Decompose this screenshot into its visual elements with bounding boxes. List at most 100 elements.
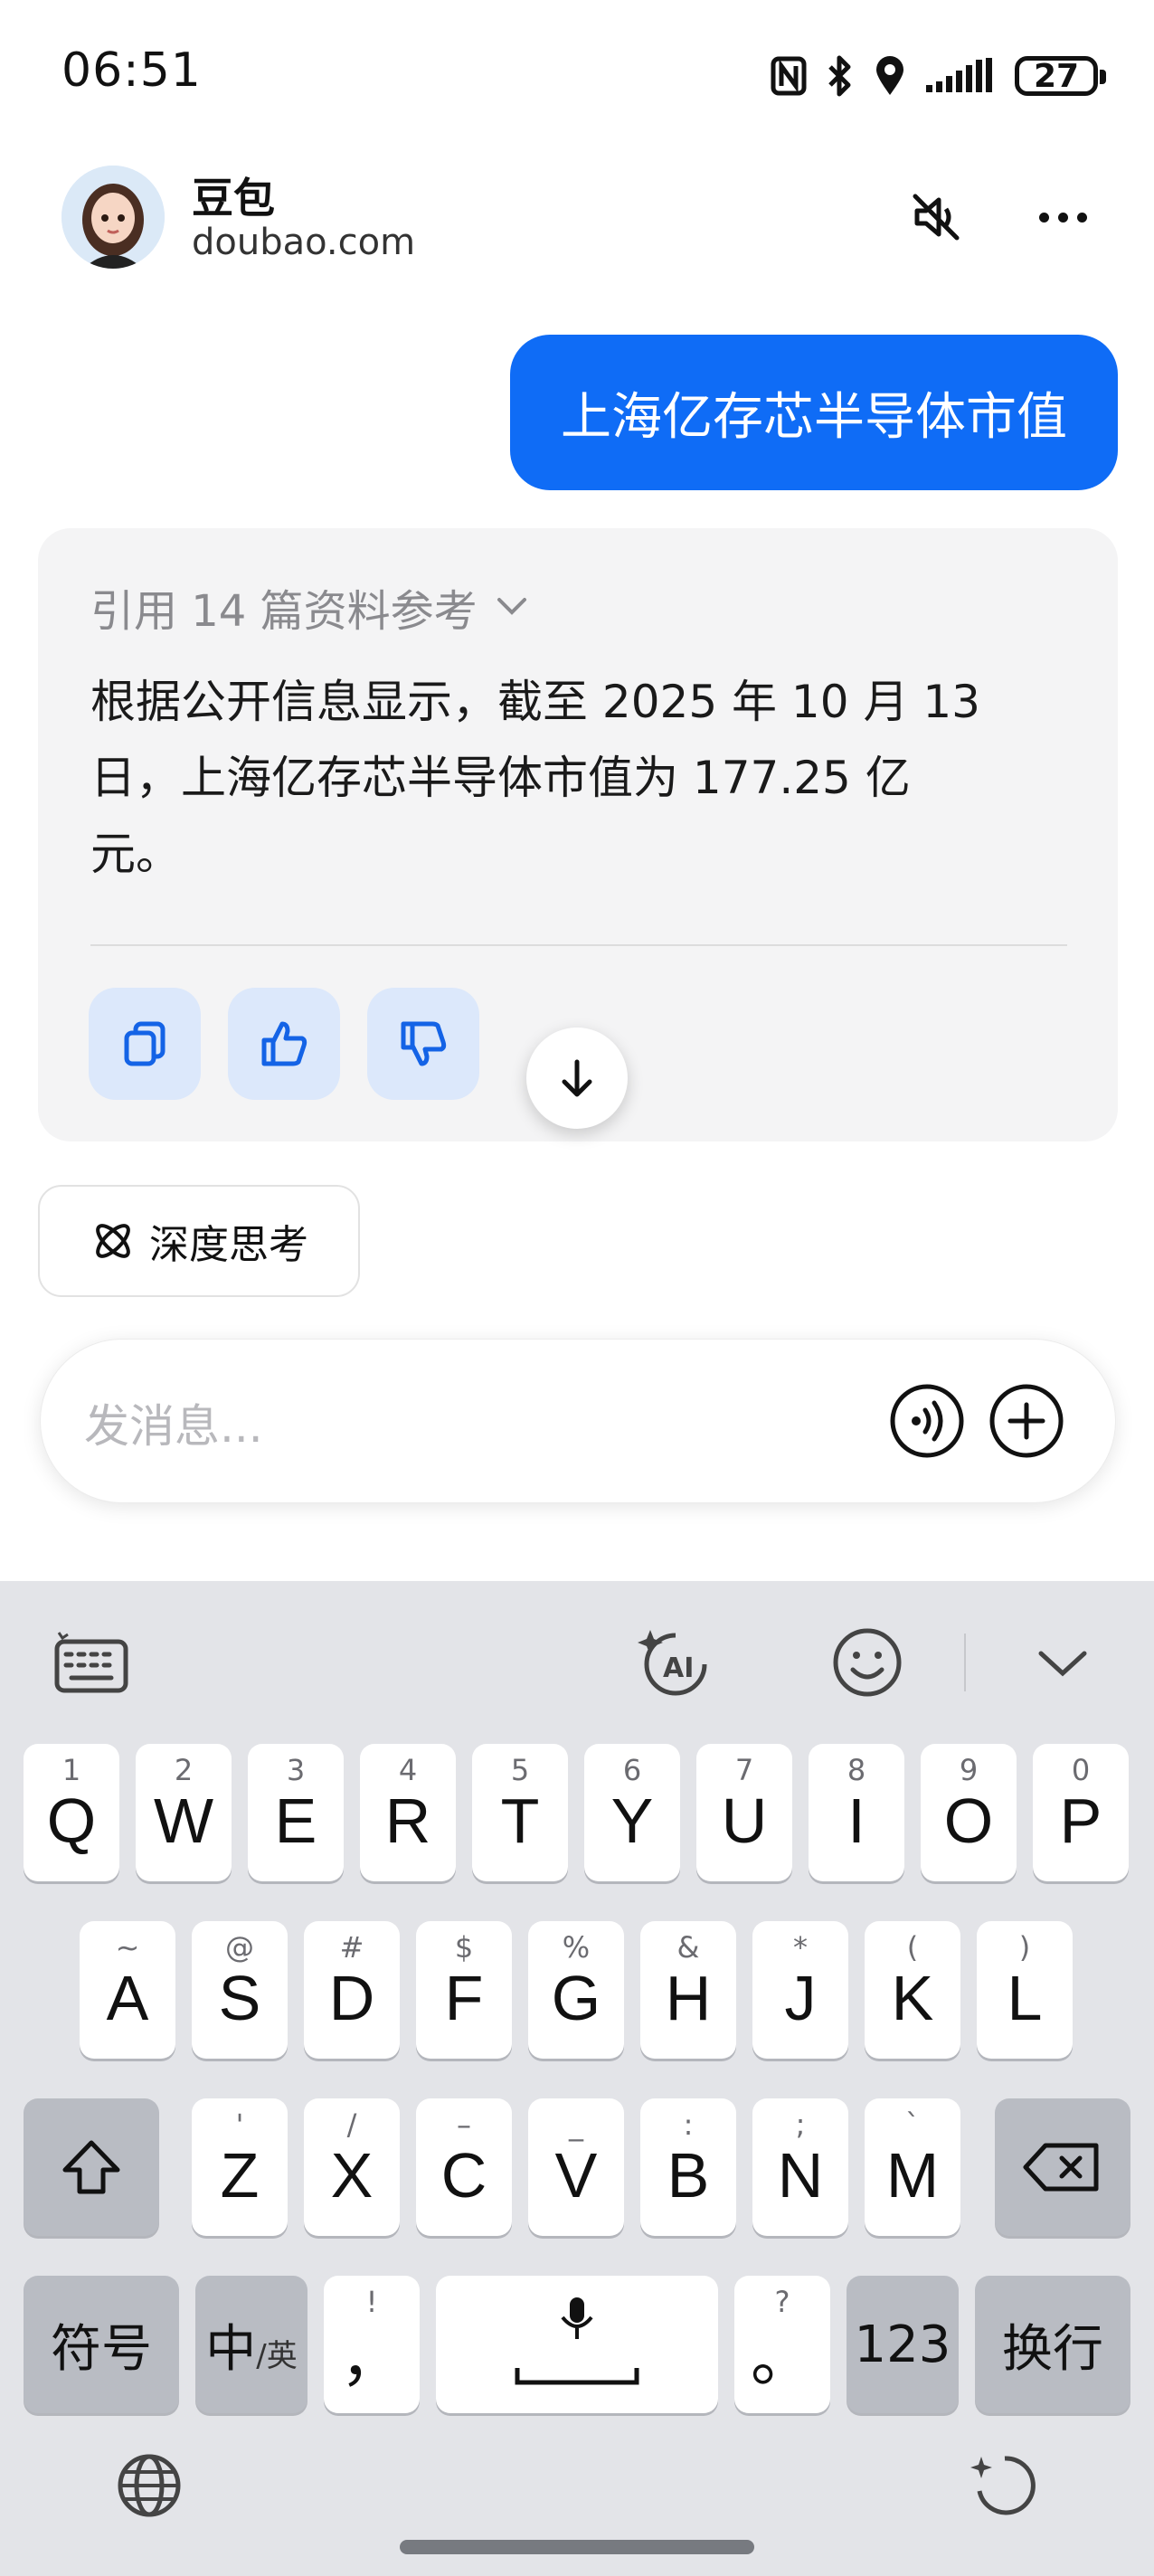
chevron-down-icon <box>497 598 526 615</box>
atom-icon <box>96 1224 130 1258</box>
divider <box>90 944 1067 946</box>
lang-main: 中 <box>205 2319 257 2379</box>
speaker-muted-icon <box>913 194 960 241</box>
key-s[interactable]: @ S <box>192 1921 288 2059</box>
key-a[interactable]: ~ A <box>80 1921 175 2059</box>
copy-icon <box>124 1021 166 1066</box>
bot-domain: doubao.com <box>192 222 416 263</box>
key-k[interactable]: (K <box>865 1921 960 2059</box>
emoji-button[interactable] <box>827 1626 908 1699</box>
thumbs-down-icon <box>401 1021 447 1066</box>
thumbs-up-icon <box>261 1021 307 1066</box>
key-g[interactable]: % G <box>528 1921 624 2059</box>
space-bar-icon <box>515 2368 639 2385</box>
message-input[interactable]: 发消息... <box>84 1390 263 1455</box>
user-message-bubble[interactable]: 上海亿存芯半导体市值 <box>510 335 1118 490</box>
key-n[interactable]: ; N <box>752 2098 848 2236</box>
keyboard-ai-button[interactable] <box>964 2449 1045 2522</box>
more-dot <box>1038 212 1049 223</box>
plus-circle-icon <box>989 1384 1064 1458</box>
keyboard-icon <box>54 1632 128 1693</box>
home-indicator[interactable] <box>400 2540 754 2554</box>
nfc-icon <box>771 56 807 96</box>
backspace-icon <box>1023 2143 1099 2192</box>
bluetooth-icon <box>828 55 851 97</box>
battery-indicator: 27 <box>1015 56 1106 96</box>
more-options-button[interactable] <box>1026 185 1099 249</box>
deep-think-button[interactable]: 深度思考 <box>38 1185 360 1297</box>
key-x[interactable]: / X <box>304 2098 400 2236</box>
key-m[interactable]: ` M <box>865 2098 960 2236</box>
key-e[interactable]: 3E <box>248 1744 344 1881</box>
soft-keyboard: AI 1Q 2W 3E 4R 5T 6Y 7U 8I 9O 0P ~ A @ S #… <box>0 1581 1154 2576</box>
key-l[interactable]: ) L <box>977 1921 1073 2059</box>
backspace-key[interactable] <box>995 2098 1130 2236</box>
key-y[interactable]: 6Y <box>584 1744 680 1881</box>
globe-icon <box>118 2454 181 2517</box>
chevron-down-icon <box>1038 1651 1087 1677</box>
deep-think-label: 深度思考 <box>149 1222 308 1268</box>
key-z[interactable]: ' Z <box>192 2098 288 2236</box>
shift-key[interactable] <box>24 2098 159 2236</box>
key-o[interactable]: 9O <box>921 1744 1017 1881</box>
voice-wave-icon <box>890 1384 964 1458</box>
references-label: 引用 14 篇资料参考 <box>90 586 478 637</box>
space-key[interactable] <box>436 2276 718 2413</box>
language-switch-key[interactable]: 中/英 <box>195 2276 307 2413</box>
user-message-text: 上海亿存芯半导体市值 <box>561 387 1067 447</box>
answer-line: 日，上海亿存芯半导体市值为 177.25 亿 <box>90 752 911 804</box>
more-dot <box>1057 212 1068 223</box>
answer-line: 元。 <box>90 828 181 880</box>
location-icon <box>876 56 903 95</box>
key-r[interactable]: 4R <box>360 1744 456 1881</box>
key-d[interactable]: # D <box>304 1921 400 2059</box>
key-w[interactable]: 2W <box>136 1744 232 1881</box>
numbers-key[interactable]: 123 <box>847 2276 959 2413</box>
status-time: 06:51 <box>61 43 202 98</box>
key-b[interactable]: :B <box>640 2098 736 2236</box>
key-c[interactable]: – C <box>416 2098 512 2236</box>
references-toggle[interactable]: 引用 14 篇资料参考 <box>90 575 530 639</box>
ai-sparkle-icon: AI <box>638 1630 707 1696</box>
key-v[interactable]: _ V <box>528 2098 624 2236</box>
key-h[interactable]: & H <box>640 1921 736 2059</box>
avatar[interactable] <box>61 166 165 269</box>
comma-key[interactable]: !， <box>324 2276 420 2413</box>
add-attachment-button[interactable] <box>988 1383 1064 1459</box>
key-p[interactable]: 0P <box>1033 1744 1129 1881</box>
period-key[interactable]: ?。 <box>734 2276 830 2413</box>
answer-text: 根据公开信息显示，截至 2025 年 10 月 13 日，上海亿存芯半导体市值为… <box>90 664 1085 892</box>
more-dot <box>1076 212 1087 223</box>
keyboard-switch-button[interactable] <box>51 1626 132 1699</box>
emoji-icon <box>833 1628 902 1697</box>
answer-line: 根据公开信息显示，截至 2025 年 10 月 13 <box>90 676 980 728</box>
message-input-bar[interactable]: 发消息... <box>40 1339 1116 1503</box>
ai-assistant-button[interactable]: AI <box>633 1626 714 1699</box>
key-q[interactable]: 1Q <box>24 1744 119 1881</box>
scroll-to-bottom-button[interactable] <box>526 1028 628 1129</box>
hide-keyboard-button[interactable] <box>1022 1626 1103 1699</box>
enter-key[interactable]: 换行 <box>975 2276 1130 2413</box>
language-globe-button[interactable] <box>109 2449 190 2522</box>
bot-name: 豆包 <box>192 174 275 223</box>
chat-header: 豆包 doubao.com <box>0 158 1154 276</box>
lang-sub: /英 <box>256 2337 298 2374</box>
status-icons: 27 <box>771 47 1106 105</box>
arrow-down-icon <box>562 1059 592 1097</box>
status-bar: 06:51 27 <box>0 0 1154 145</box>
copy-button[interactable] <box>89 988 201 1100</box>
signal-icon <box>926 58 992 92</box>
key-j[interactable]: * J <box>752 1921 848 2059</box>
mute-button[interactable] <box>904 185 968 249</box>
keyboard-toolbar: AI <box>0 1581 1154 1744</box>
battery-level: 27 <box>1033 57 1080 95</box>
like-button[interactable] <box>228 988 340 1100</box>
symbols-key[interactable]: 符号 <box>24 2276 179 2413</box>
key-t[interactable]: 5T <box>472 1744 568 1881</box>
dislike-button[interactable] <box>367 988 479 1100</box>
voice-call-button[interactable] <box>889 1383 965 1459</box>
key-i[interactable]: 8I <box>809 1744 904 1881</box>
key-u[interactable]: 7U <box>696 1744 792 1881</box>
shift-icon <box>62 2140 120 2194</box>
key-f[interactable]: $ F <box>416 1921 512 2059</box>
